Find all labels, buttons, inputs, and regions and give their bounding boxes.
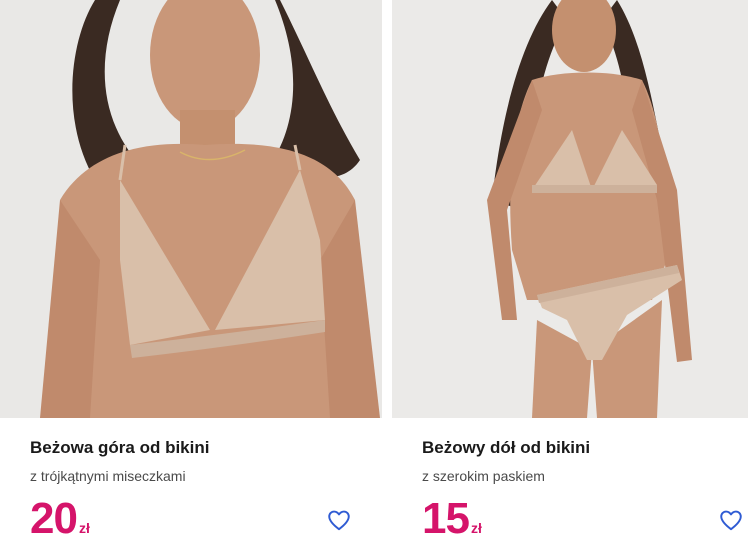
heart-outline-icon[interactable] [718,507,744,533]
product-subtitle: z szerokim paskiem [422,468,545,484]
product-image[interactable] [392,0,748,418]
product-title[interactable]: Beżowy dół od bikini [422,438,590,458]
price-currency: zł [470,520,482,536]
product-photo-bikini-top [0,0,382,418]
product-price: 20 zł [30,497,90,541]
heart-outline-icon[interactable] [326,507,352,533]
product-grid: Beżowa góra od bikini z trójkątnymi mise… [0,0,748,551]
product-card[interactable]: Beżowa góra od bikini z trójkątnymi mise… [0,0,382,551]
product-subtitle: z trójkątnymi miseczkami [30,468,186,484]
product-price: 15 zł [422,497,482,541]
product-card[interactable]: Beżowy dół od bikini z szerokim paskiem … [392,0,748,551]
product-title[interactable]: Beżowa góra od bikini [30,438,209,458]
price-currency: zł [78,520,90,536]
price-amount: 15 [422,494,470,543]
price-amount: 20 [30,494,78,543]
product-photo-bikini-bottom [392,0,748,418]
product-image[interactable] [0,0,382,418]
